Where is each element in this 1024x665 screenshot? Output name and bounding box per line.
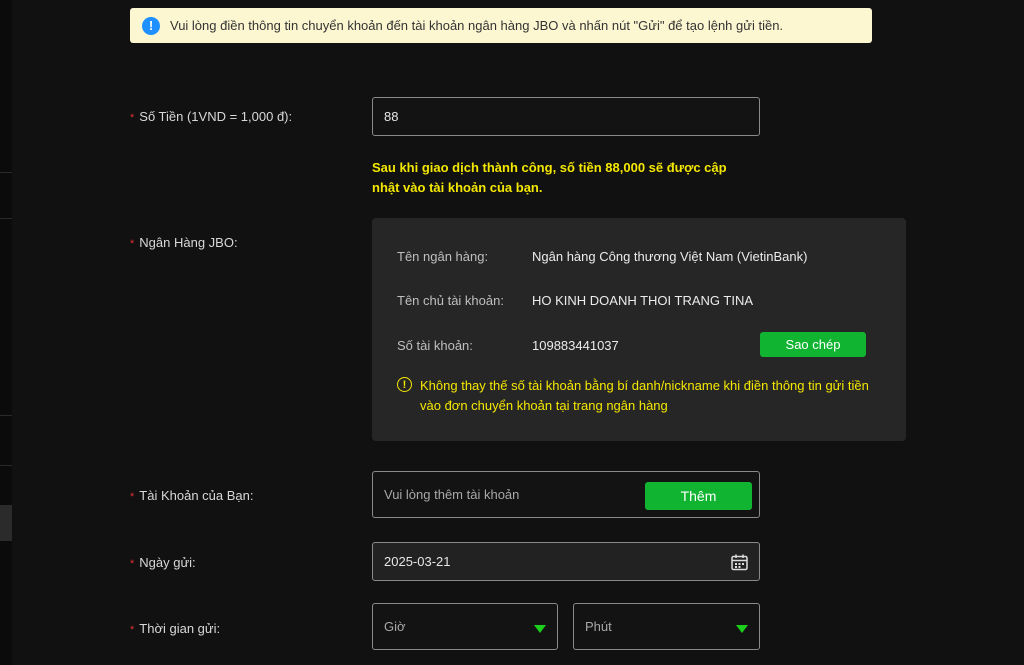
amount-label-row: * Số Tiền (1VND = 1,000 đ): [130, 109, 292, 124]
chevron-down-icon [534, 625, 546, 633]
date-picker[interactable]: 2025-03-21 [372, 542, 760, 581]
bank-label-row: * Ngân Hàng JBO: [130, 235, 238, 250]
amount-note: Sau khi giao dịch thành công, số tiền 88… [372, 160, 727, 195]
sidebar-divider [0, 415, 12, 416]
amount-label: Số Tiền (1VND = 1,000 đ): [139, 109, 293, 124]
sidebar-divider [0, 172, 12, 173]
chevron-down-icon [736, 625, 748, 633]
left-sidebar-strip [0, 0, 12, 665]
warning-icon: ! [397, 377, 412, 392]
date-label: Ngày gửi: [139, 555, 196, 570]
required-mark: * [130, 491, 135, 503]
sidebar-block [0, 505, 12, 541]
copy-button[interactable]: Sao chép [760, 332, 866, 357]
calendar-icon[interactable] [730, 553, 749, 575]
holder-value: HO KINH DOANH THOI TRANG TINA [532, 293, 754, 308]
holder-label: Tên chủ tài khoản: [397, 293, 504, 308]
your-account-placeholder: Vui lòng thêm tài khoản [384, 487, 520, 502]
amount-value: 88 [384, 109, 399, 124]
account-number-value: 109883441037 [532, 338, 619, 353]
required-mark: * [130, 624, 135, 636]
info-notice: ! Vui lòng điền thông tin chuyển khoản đ… [130, 8, 872, 43]
add-account-button[interactable]: Thêm [645, 482, 752, 510]
your-account-label: Tài Khoản của Bạn: [139, 488, 254, 503]
bank-info-card: Tên ngân hàng: Ngân hàng Công thương Việ… [372, 218, 906, 441]
warning-text: Không thay thế số tài khoản bằng bí danh… [420, 378, 869, 413]
required-mark: * [130, 112, 135, 124]
bank-name-label: Tên ngân hàng: [397, 249, 489, 264]
info-icon: ! [142, 16, 160, 35]
required-mark: * [130, 558, 135, 570]
your-account-label-row: * Tài Khoản của Bạn: [130, 488, 253, 503]
notice-text: Vui lòng điền thông tin chuyển khoản đến… [170, 18, 784, 33]
time-label: Thời gian gửi: [139, 621, 221, 636]
minute-placeholder: Phút [585, 619, 612, 634]
time-label-row: * Thời gian gửi: [130, 621, 220, 636]
sidebar-divider [0, 218, 12, 219]
amount-input[interactable]: 88 [372, 97, 760, 136]
bank-label: Ngân Hàng JBO: [139, 235, 238, 250]
hour-select[interactable]: Giờ [372, 603, 558, 650]
hour-placeholder: Giờ [384, 619, 406, 634]
account-warning: ! Không thay thế số tài khoản bằng bí da… [397, 376, 877, 416]
minute-select[interactable]: Phút [573, 603, 760, 650]
date-label-row: * Ngày gửi: [130, 555, 196, 570]
bank-name-value: Ngân hàng Công thương Việt Nam (VietinBa… [532, 249, 808, 264]
required-mark: * [130, 238, 135, 250]
account-number-label: Số tài khoản: [397, 338, 473, 353]
date-value: 2025-03-21 [384, 554, 451, 569]
sidebar-divider [0, 465, 12, 466]
